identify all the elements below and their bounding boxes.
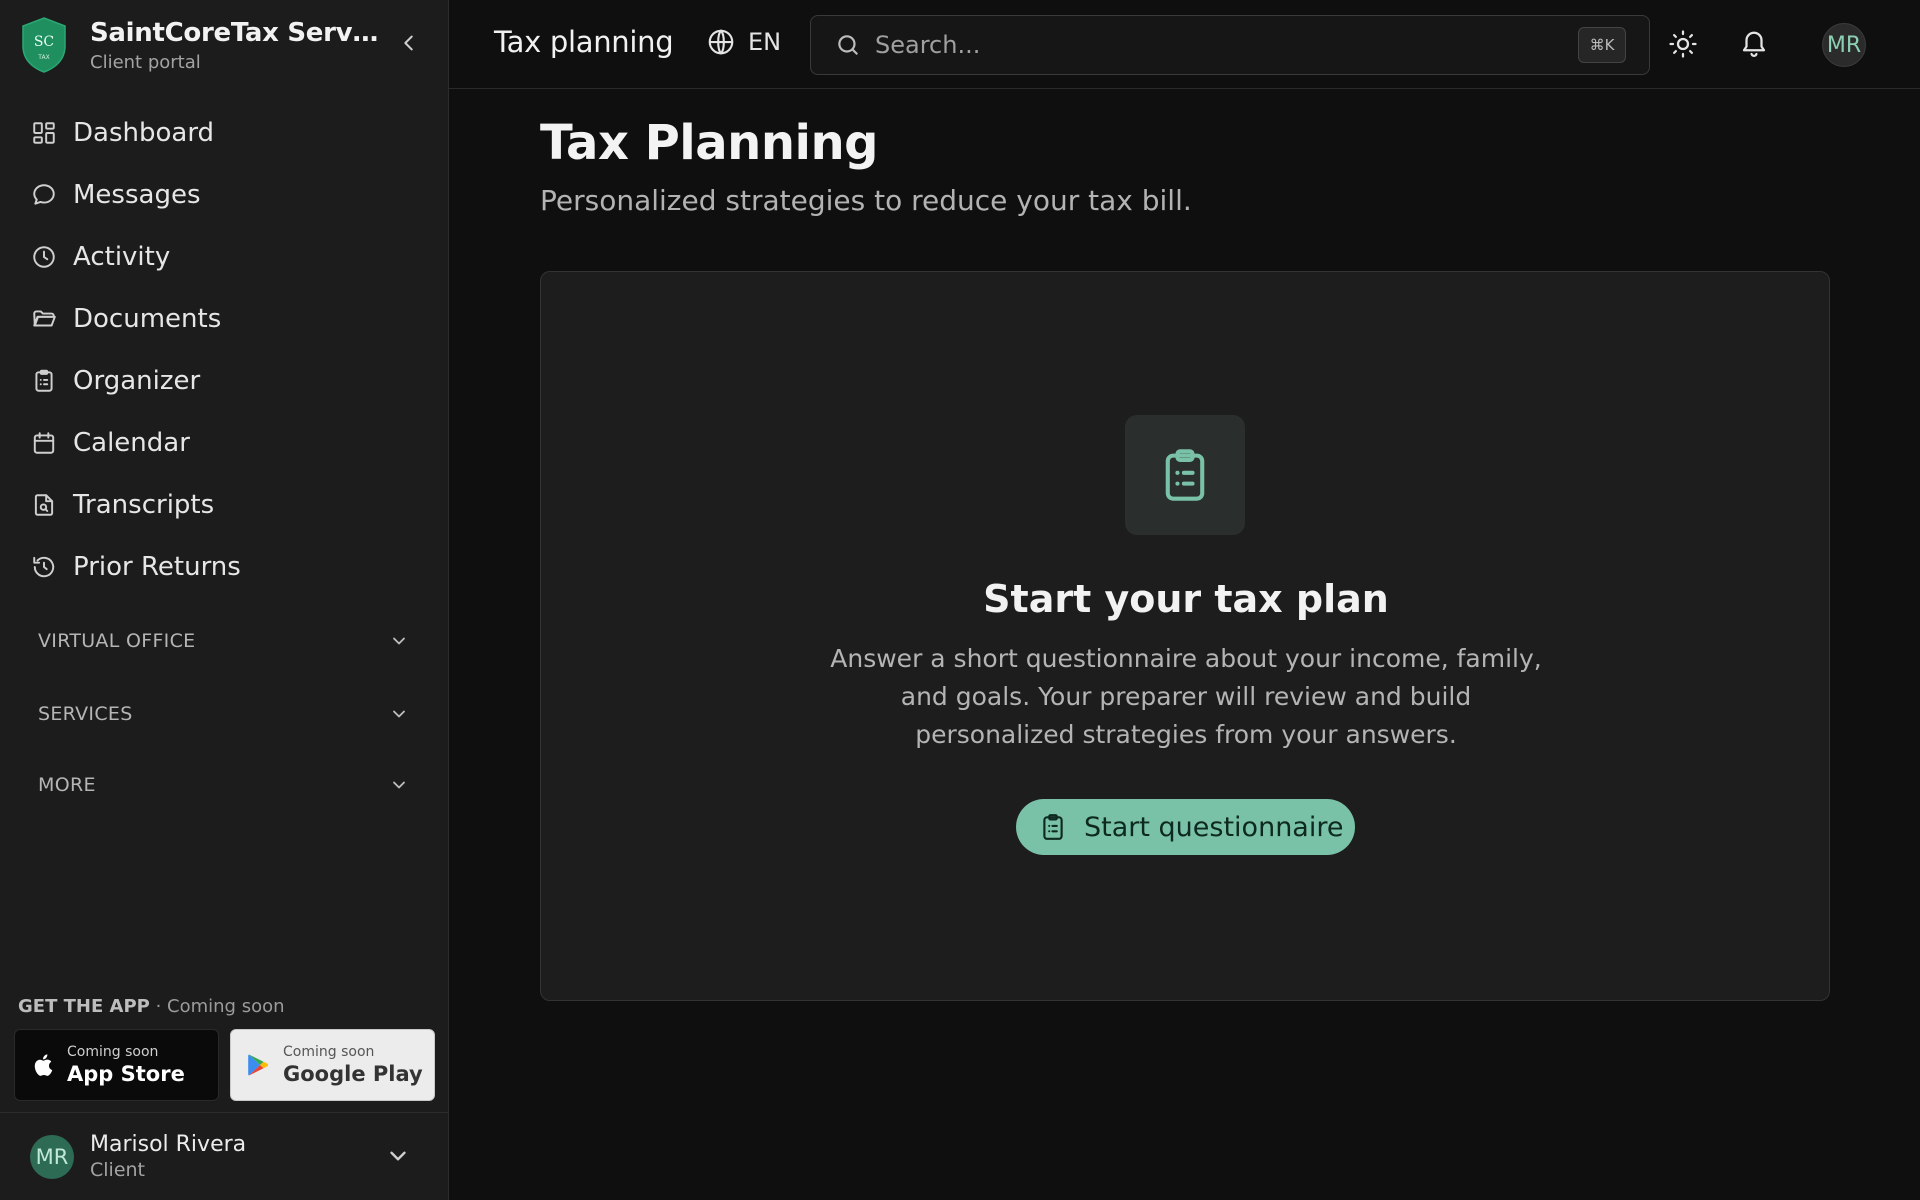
chevron-down-icon bbox=[390, 1151, 406, 1161]
search-shortcut-badge: ⌘K bbox=[1578, 27, 1626, 63]
brand-subtitle: Client portal bbox=[90, 51, 201, 73]
clipboard-icon bbox=[30, 367, 58, 395]
file-search-icon bbox=[30, 491, 58, 519]
avatar: MR bbox=[30, 1134, 74, 1179]
brand[interactable]: SC TAX SaintCoreTax Services Client port… bbox=[20, 16, 380, 74]
app-store-label: App Store bbox=[67, 1062, 185, 1086]
user-name: Marisol Rivera bbox=[90, 1132, 247, 1157]
chevron-down-icon bbox=[393, 781, 405, 789]
search-bar[interactable]: ⌘K bbox=[810, 15, 1650, 75]
sidebar-item-label: Organizer bbox=[73, 366, 201, 396]
get-app-heading: GET THE APP · Coming soon bbox=[18, 996, 285, 1017]
sidebar-item-calendar[interactable]: Calendar bbox=[0, 412, 449, 474]
section-label: VIRTUAL OFFICE bbox=[38, 630, 196, 652]
svg-text:SC: SC bbox=[34, 34, 54, 50]
store-buttons: Coming soon App Store Coming soon Google… bbox=[14, 1029, 435, 1101]
main-content: Tax planning EN ⌘K MR Tax Planning Perso… bbox=[449, 0, 1920, 1200]
theme-toggle-button[interactable] bbox=[1665, 26, 1701, 62]
dashboard-icon bbox=[30, 119, 58, 147]
chevron-left-icon bbox=[404, 35, 413, 51]
empty-state-title: Start your tax plan bbox=[983, 577, 1389, 621]
get-app-title: GET THE APP bbox=[18, 996, 150, 1017]
section-services[interactable]: SERVICES bbox=[0, 689, 449, 739]
message-icon bbox=[30, 181, 58, 209]
sidebar-item-documents[interactable]: Documents bbox=[0, 288, 449, 350]
globe-icon bbox=[708, 29, 734, 55]
sidebar-item-label: Dashboard bbox=[73, 118, 215, 148]
chevron-down-icon bbox=[393, 637, 405, 645]
clock-icon bbox=[30, 243, 58, 271]
google-play-button[interactable]: Coming soon Google Play bbox=[230, 1029, 435, 1101]
section-label: MORE bbox=[38, 774, 96, 796]
sidebar-item-organizer[interactable]: Organizer bbox=[0, 350, 449, 412]
google-play-label: Google Play bbox=[283, 1062, 423, 1086]
google-play-small: Coming soon bbox=[283, 1044, 375, 1060]
sidebar-item-label: Prior Returns bbox=[73, 552, 241, 582]
sidebar-item-prior-returns[interactable]: Prior Returns bbox=[0, 536, 449, 598]
sidebar-item-dashboard[interactable]: Dashboard bbox=[0, 102, 449, 164]
language-switcher[interactable]: EN bbox=[706, 27, 781, 57]
sidebar-item-label: Messages bbox=[73, 180, 201, 210]
sidebar: SC TAX SaintCoreTax Services Client port… bbox=[0, 0, 449, 1200]
search-input[interactable] bbox=[875, 31, 1555, 59]
top-bar-title: Tax planning bbox=[494, 25, 674, 59]
chevron-down-icon bbox=[393, 710, 405, 718]
user-menu[interactable]: MR Marisol Rivera Client bbox=[0, 1112, 449, 1200]
user-role: Client bbox=[90, 1159, 146, 1181]
language-code: EN bbox=[748, 28, 782, 56]
section-more[interactable]: MORE bbox=[0, 760, 449, 810]
sidebar-item-label: Transcripts bbox=[73, 490, 215, 520]
sidebar-nav: Dashboard Messages Activity Documents Or… bbox=[0, 102, 449, 598]
collapse-sidebar-button[interactable] bbox=[394, 28, 424, 58]
calendar-icon bbox=[30, 429, 58, 457]
apple-icon bbox=[34, 1054, 53, 1076]
sidebar-item-label: Activity bbox=[73, 242, 171, 272]
page-title: Tax Planning bbox=[540, 115, 878, 171]
start-questionnaire-label: Start questionnaire bbox=[1084, 811, 1344, 843]
svg-text:TAX: TAX bbox=[37, 54, 49, 61]
clipboard-icon bbox=[1043, 814, 1063, 840]
app-store-small: Coming soon bbox=[67, 1044, 159, 1060]
folder-icon bbox=[30, 305, 58, 333]
app-root: SC TAX SaintCoreTax Services Client port… bbox=[0, 0, 1920, 1200]
section-label: SERVICES bbox=[38, 703, 133, 725]
search-icon bbox=[838, 35, 858, 55]
bell-icon bbox=[1742, 31, 1766, 57]
empty-state-description: Answer a short questionnaire about your … bbox=[830, 644, 1542, 749]
sidebar-item-messages[interactable]: Messages bbox=[0, 164, 449, 226]
sidebar-item-activity[interactable]: Activity bbox=[0, 226, 449, 288]
sidebar-item-label: Calendar bbox=[73, 428, 190, 458]
get-app-note: · Coming soon bbox=[155, 996, 285, 1017]
sun-icon bbox=[1669, 30, 1697, 58]
start-questionnaire-button[interactable]: Start questionnaire bbox=[1016, 799, 1355, 855]
notifications-button[interactable] bbox=[1736, 26, 1772, 62]
sidebar-item-transcripts[interactable]: Transcripts bbox=[0, 474, 449, 536]
clipboard-list-icon bbox=[1165, 449, 1205, 501]
app-store-button[interactable]: Coming soon App Store bbox=[14, 1029, 219, 1101]
page-subtitle: Personalized strategies to reduce your t… bbox=[540, 184, 1192, 217]
google-play-icon bbox=[248, 1054, 269, 1076]
user-avatar-button[interactable]: MR bbox=[1822, 23, 1866, 67]
brand-logo-icon: SC TAX bbox=[22, 17, 66, 73]
top-bar: Tax planning EN ⌘K MR bbox=[449, 0, 1920, 89]
history-icon bbox=[30, 553, 58, 581]
empty-state-icon-tile bbox=[1125, 415, 1245, 535]
brand-name: SaintCoreTax Services bbox=[90, 17, 380, 48]
sidebar-item-label: Documents bbox=[73, 304, 222, 334]
empty-state-card: Start your tax plan Answer a short quest… bbox=[540, 271, 1830, 1001]
section-virtual-office[interactable]: VIRTUAL OFFICE bbox=[0, 616, 449, 666]
